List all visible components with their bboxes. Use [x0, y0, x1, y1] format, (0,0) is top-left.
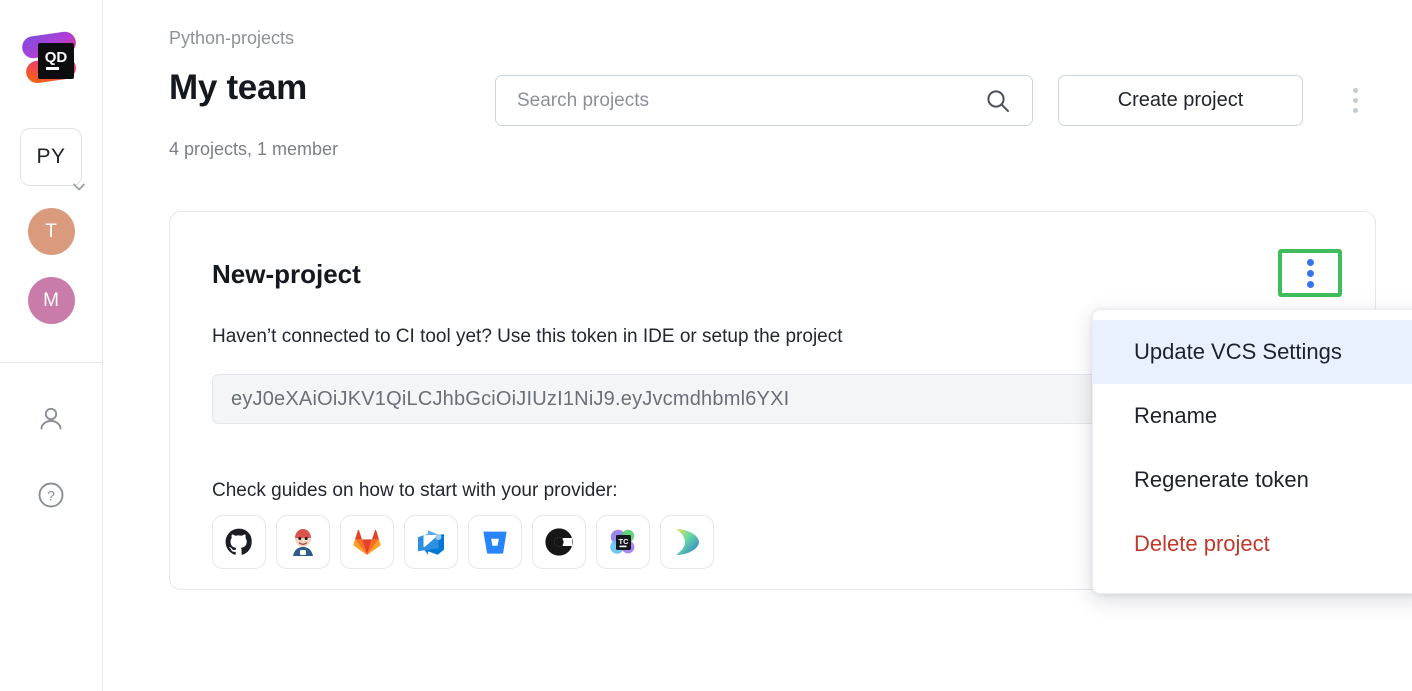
project-token-value: eyJ0eXAiOiJKV1QiLCJhbGciOiJIUzI1NiJ9.eyJ… — [231, 387, 790, 410]
svg-text:TC: TC — [619, 537, 630, 546]
chevron-down-icon — [69, 177, 89, 197]
search-input[interactable] — [496, 89, 982, 112]
avatar[interactable]: M — [27, 277, 75, 324]
avatar-initial: M — [43, 289, 59, 311]
avatar[interactable]: T — [27, 208, 75, 255]
project-card-description: Haven’t connected to CI tool yet? Use th… — [212, 326, 843, 347]
svg-text:QD: QD — [45, 49, 68, 66]
project-card-title: New-project — [212, 259, 361, 289]
circleci-icon[interactable] — [532, 515, 586, 569]
qodana-logo[interactable]: QD — [18, 26, 84, 94]
menu-item-rename[interactable]: Rename — [1093, 384, 1412, 448]
search-icon[interactable] — [982, 87, 1014, 115]
menu-item-label: Regenerate token — [1134, 467, 1309, 492]
menu-item-label: Update VCS Settings — [1134, 339, 1342, 364]
page-subtitle: 4 projects, 1 member — [169, 139, 339, 159]
main-content: Python-projects My team 4 projects, 1 me… — [103, 0, 1412, 691]
provider-icons-row: TC — [212, 515, 714, 569]
menu-item-update-vcs-settings[interactable]: Update VCS Settings — [1093, 320, 1412, 384]
kebab-menu-icon — [1306, 257, 1314, 290]
jetbrains-space-icon[interactable] — [660, 515, 714, 569]
svg-text:?: ? — [47, 488, 55, 504]
bitbucket-icon[interactable] — [468, 515, 522, 569]
qodana-logo-icon: QD — [22, 31, 76, 83]
app-root: QD PY T M ? Python-projects My team 4 pr… — [0, 0, 1412, 691]
menu-item-label: Rename — [1134, 403, 1218, 428]
github-icon[interactable] — [212, 515, 266, 569]
search-box[interactable] — [495, 75, 1033, 126]
sidebar-divider — [0, 362, 103, 363]
person-icon[interactable] — [31, 399, 71, 439]
menu-item-label: Delete project — [1134, 531, 1270, 556]
avatar-initial: T — [45, 220, 57, 242]
project-kebab-menu-button[interactable] — [1278, 249, 1342, 297]
azure-devops-icon[interactable] — [404, 515, 458, 569]
help-icon[interactable]: ? — [31, 475, 71, 515]
jenkins-icon[interactable] — [276, 515, 330, 569]
teamcity-icon[interactable]: TC — [596, 515, 650, 569]
sidebar: QD PY T M ? — [0, 0, 103, 691]
header-kebab-menu-icon[interactable] — [1343, 78, 1367, 122]
project-selector[interactable]: PY — [20, 128, 85, 191]
gitlab-icon[interactable] — [340, 515, 394, 569]
guides-label: Check guides on how to start with your p… — [212, 480, 618, 501]
breadcrumb[interactable]: Python-projects — [169, 28, 294, 49]
page-title: My team — [169, 68, 307, 107]
project-context-menu: Update VCS Settings Rename Regenerate to… — [1092, 309, 1412, 594]
menu-item-regenerate-token[interactable]: Regenerate token — [1093, 448, 1412, 512]
create-project-button[interactable]: Create project — [1058, 75, 1303, 126]
project-selector-label: PY — [36, 145, 66, 168]
menu-item-delete-project[interactable]: Delete project — [1093, 512, 1412, 576]
